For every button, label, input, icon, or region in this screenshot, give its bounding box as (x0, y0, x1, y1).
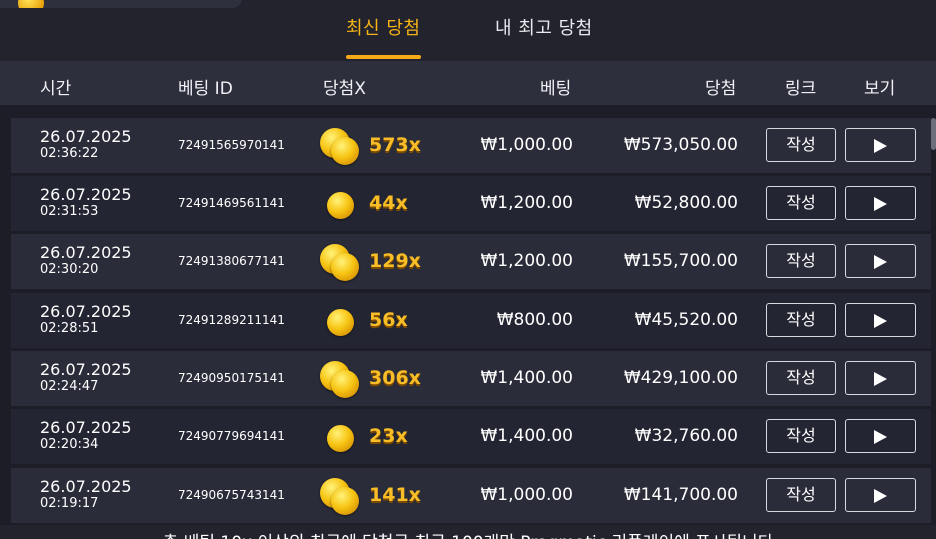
row-multiplier: 129x (369, 250, 421, 272)
row-bet-amount: ₩1,000.00 (480, 135, 573, 155)
row-bet-amount: ₩1,200.00 (480, 193, 573, 213)
play-icon (874, 255, 887, 269)
row-date: 26.07.2025 (40, 418, 132, 437)
row-bet-amount: ₩1,400.00 (480, 426, 573, 446)
coin-icon (318, 182, 364, 228)
column-header-bet-id: 베팅 ID (178, 79, 233, 99)
active-tab-indicator (346, 55, 421, 59)
row-date: 26.07.2025 (40, 127, 132, 146)
play-replay-button[interactable] (845, 303, 916, 337)
table-row: 26.07.2025 02:20:34 72490779694141 23x ₩1,40… (11, 409, 931, 464)
table-row: 26.07.2025 02:24:47 72490950175141 306x ₩1,4… (11, 351, 931, 406)
row-bet-amount: ₩1,000.00 (480, 485, 573, 505)
row-time: 02:19:17 (40, 496, 99, 511)
row-time: 02:20:34 (40, 437, 99, 452)
column-header-link: 링크 (785, 79, 817, 99)
coin-icon (318, 124, 364, 170)
play-icon (874, 139, 887, 153)
table-row: 26.07.2025 02:30:20 72491380677141 129x ₩1,2… (11, 234, 931, 289)
create-link-button[interactable]: 작성 (766, 128, 836, 162)
play-icon (874, 372, 887, 386)
play-replay-button[interactable] (845, 128, 916, 162)
table-header: 시간 베팅 ID 당첨X 베팅 당첨 링크 보기 (0, 61, 936, 105)
row-win-amount: ₩429,100.00 (623, 368, 738, 388)
create-link-button[interactable]: 작성 (766, 478, 836, 512)
play-replay-button[interactable] (845, 186, 916, 220)
row-win-amount: ₩155,700.00 (623, 251, 738, 271)
tab-latest-wins[interactable]: 최신 당첨 (346, 14, 420, 40)
table-row: 26.07.2025 02:36:22 72491565970141 573x ₩1,0… (11, 118, 931, 173)
create-link-button[interactable]: 작성 (766, 419, 836, 453)
table-row: 26.07.2025 02:28:51 72491289211141 56x ₩800.… (11, 293, 931, 348)
create-link-button[interactable]: 작성 (766, 186, 836, 220)
row-win-amount: ₩32,760.00 (634, 426, 738, 446)
row-win-amount: ₩141,700.00 (623, 485, 738, 505)
column-header-time: 시간 (40, 79, 72, 99)
row-multiplier: 141x (369, 484, 421, 506)
scrollbar[interactable] (931, 118, 936, 150)
play-replay-button[interactable] (845, 244, 916, 278)
coin-icon (318, 240, 364, 286)
row-multiplier: 573x (369, 134, 421, 156)
create-link-button[interactable]: 작성 (766, 361, 836, 395)
row-win-amount: ₩573,050.00 (623, 135, 738, 155)
row-bet-amount: ₩1,200.00 (480, 251, 573, 271)
row-date: 26.07.2025 (40, 477, 132, 496)
row-date: 26.07.2025 (40, 360, 132, 379)
play-icon (874, 314, 887, 328)
row-time: 02:28:51 (40, 321, 99, 336)
play-icon (874, 197, 887, 211)
row-bet-id: 72491380677141 (178, 254, 285, 268)
row-time: 02:31:53 (40, 204, 99, 219)
row-date: 26.07.2025 (40, 185, 132, 204)
column-header-view: 보기 (864, 79, 896, 99)
footer-note: 총 베팅 10x 이상의 최근에 당첨금 최근 100개만 Pragmatic … (0, 528, 936, 539)
play-replay-button[interactable] (845, 478, 916, 512)
row-bet-id: 72490950175141 (178, 371, 285, 385)
row-bet-id: 72491469561141 (178, 196, 285, 210)
row-multiplier: 306x (369, 367, 421, 389)
coin-icon (318, 299, 364, 345)
coin-icon (318, 474, 364, 520)
column-header-multiplier: 당첨X (323, 79, 366, 99)
row-time: 02:24:47 (40, 379, 99, 394)
table-row: 26.07.2025 02:31:53 72491469561141 44x ₩1,20… (11, 176, 931, 231)
row-time: 02:30:20 (40, 262, 99, 277)
row-win-amount: ₩52,800.00 (634, 193, 738, 213)
row-multiplier: 23x (369, 425, 408, 447)
coin-icon (318, 415, 364, 461)
play-icon (874, 489, 887, 503)
row-multiplier: 56x (369, 309, 408, 331)
play-replay-button[interactable] (845, 361, 916, 395)
row-time: 02:36:22 (40, 146, 99, 161)
row-multiplier: 44x (369, 192, 408, 214)
tab-my-best-wins[interactable]: 내 최고 당첨 (495, 14, 593, 40)
column-header-win: 당첨 (705, 79, 737, 99)
row-date: 26.07.2025 (40, 302, 132, 321)
create-link-button[interactable]: 작성 (766, 244, 836, 278)
coin-icon (318, 357, 364, 403)
row-bet-id: 72491565970141 (178, 138, 285, 152)
play-icon (874, 430, 887, 444)
table-row: 26.07.2025 02:19:17 72490675743141 141x ₩1,0… (11, 468, 931, 523)
row-win-amount: ₩45,520.00 (634, 310, 738, 330)
play-replay-button[interactable] (845, 419, 916, 453)
winners-panel: 최신 당첨 내 최고 당첨 시간 베팅 ID 당첨X 베팅 당첨 링크 보기 2… (0, 0, 936, 539)
row-bet-id: 72491289211141 (178, 313, 285, 327)
row-bet-amount: ₩800.00 (496, 310, 573, 330)
winners-table: 26.07.2025 02:36:22 72491565970141 573x ₩1,0… (0, 105, 936, 525)
row-bet-amount: ₩1,400.00 (480, 368, 573, 388)
row-bet-id: 72490779694141 (178, 429, 285, 443)
column-header-bet: 베팅 (540, 79, 572, 99)
row-date: 26.07.2025 (40, 243, 132, 262)
row-bet-id: 72490675743141 (178, 488, 285, 502)
create-link-button[interactable]: 작성 (766, 303, 836, 337)
tab-bar: 최신 당첨 내 최고 당첨 (0, 0, 936, 60)
